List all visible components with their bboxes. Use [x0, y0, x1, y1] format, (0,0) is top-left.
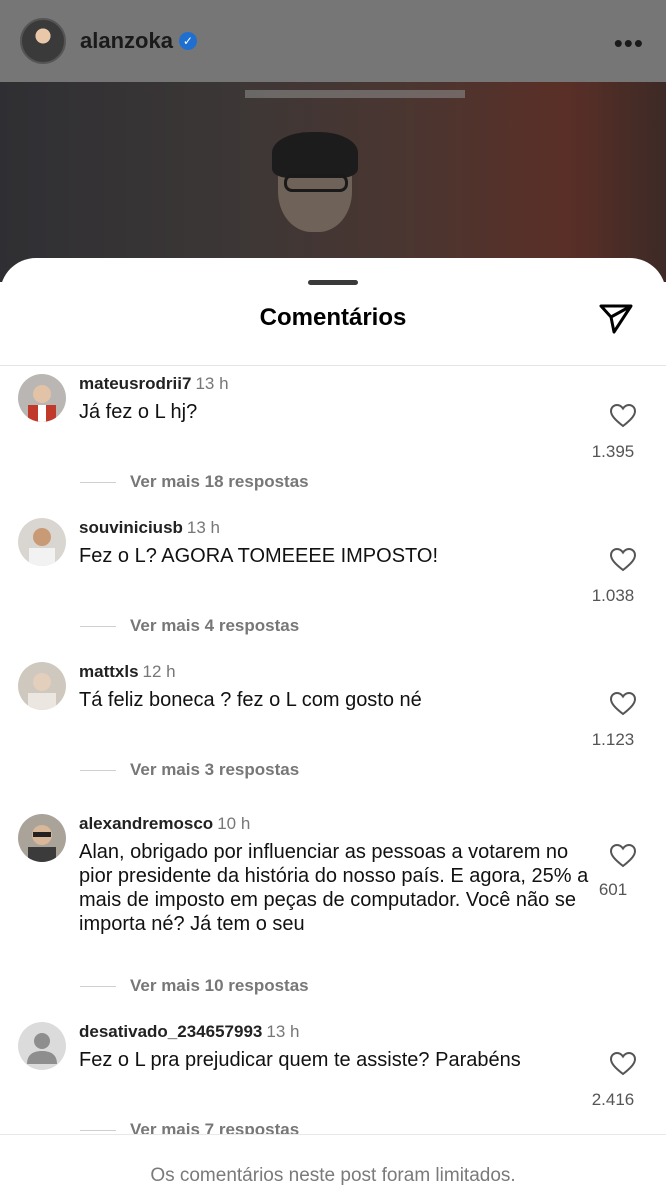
comment-text: Tá feliz boneca ? fez o L com gosto né [79, 689, 422, 711]
replies-line [80, 985, 116, 987]
avatar[interactable] [18, 1022, 66, 1070]
heart-icon[interactable] [610, 844, 636, 868]
more-options-icon[interactable]: ••• [614, 28, 644, 59]
drag-handle[interactable] [308, 280, 358, 285]
replies-line [80, 481, 116, 483]
view-replies-button[interactable]: Ver mais 3 respostas [80, 760, 299, 780]
comment-username[interactable]: desativado_234657993 [79, 1022, 262, 1041]
view-replies-label: Ver mais 3 respostas [130, 760, 300, 779]
view-replies-label: Ver mais 4 respostas [130, 616, 300, 635]
comments-limited-notice: Os comentários neste post foram limitado… [0, 1134, 666, 1200]
view-replies-label: Ver mais 10 respostas [130, 976, 309, 995]
photo-ceiling-light [245, 90, 465, 98]
like-count: 2.416 [591, 1090, 635, 1109]
like-count: 1.123 [591, 730, 635, 749]
heart-icon[interactable] [610, 1052, 636, 1076]
photo-person-glasses [284, 174, 348, 192]
verified-badge-icon: ✓ [178, 32, 197, 50]
heart-icon[interactable] [610, 548, 636, 572]
comment-time: 13 h [186, 518, 221, 537]
post-photo [0, 82, 666, 282]
comment-username[interactable]: mattxls [79, 662, 139, 681]
replies-line [80, 769, 116, 771]
post-header: alanzoka ✓ ••• [0, 0, 666, 82]
view-replies-button[interactable]: Ver mais 4 respostas [80, 616, 299, 636]
like-count: 601 [598, 880, 628, 899]
sheet-divider [0, 365, 666, 366]
avatar[interactable] [18, 814, 66, 862]
comment-time: 10 h [217, 814, 251, 833]
sheet-title: Comentários [259, 304, 407, 331]
comments-sheet: Comentários mateusrodrii7 13 h Já fez o L… [0, 258, 666, 1200]
comment-text: Fez o L pra prejudicar quem te assiste? … [79, 1049, 521, 1071]
photo-person-hair [272, 132, 358, 178]
comment-username[interactable]: mateusrodrii7 [79, 374, 191, 393]
avatar[interactable] [18, 662, 66, 710]
replies-line [80, 625, 116, 627]
view-replies-button[interactable]: Ver mais 18 respostas [80, 472, 309, 492]
like-count: 1.395 [591, 442, 635, 461]
heart-icon[interactable] [610, 404, 636, 428]
like-count: 1.038 [591, 586, 635, 605]
avatar[interactable] [18, 518, 66, 566]
post-username[interactable]: alanzoka [80, 28, 173, 54]
comment-text: Fez o L? AGORA TOMEEEE IMPOSTO! [79, 545, 439, 567]
comment-username[interactable]: alexandremosco [79, 814, 213, 833]
avatar[interactable] [18, 374, 66, 422]
view-replies-button[interactable]: Ver mais 10 respostas [80, 976, 309, 996]
comment-time: 13 h [266, 1022, 300, 1041]
send-icon[interactable] [598, 300, 634, 336]
comment-time: 12 h [142, 662, 176, 681]
heart-icon[interactable] [610, 692, 636, 716]
comment-text: Alan, obrigado por influenciar as pessoa… [79, 841, 589, 935]
avatar[interactable] [20, 18, 66, 64]
comment-text: Já fez o L hj? [79, 401, 198, 423]
view-replies-label: Ver mais 18 respostas [130, 472, 309, 491]
replies-line [80, 1129, 116, 1131]
comment-time: 13 h [195, 374, 229, 393]
comment-username[interactable]: souviniciusb [79, 518, 183, 537]
